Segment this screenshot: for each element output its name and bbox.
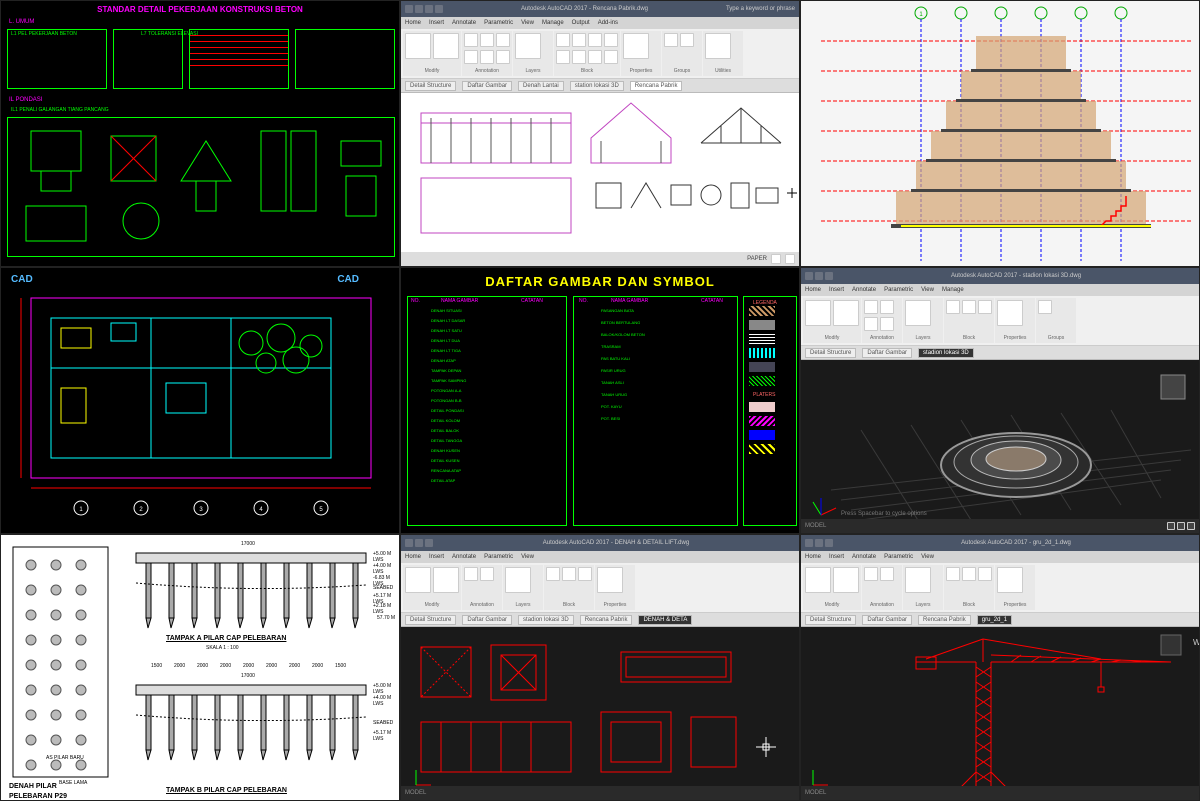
drawing-canvas[interactable] [401, 93, 799, 252]
save-icon[interactable] [415, 5, 423, 13]
ribbon: Modify Annotation Layers Block Propertie… [401, 29, 799, 79]
redo-icon[interactable] [435, 5, 443, 13]
section-svg: 1 [801, 1, 1199, 266]
tile-pile-plan[interactable]: TAMPAK A PILAR CAP PELEBARAN SKALA 1 : 1… [0, 534, 400, 801]
tile-autocad-crane[interactable]: Autodesk AutoCAD 2017 - gru_2d_1.dwg Hom… [800, 534, 1200, 801]
tile-floor-plan[interactable]: CAD CAD 1 2 3 4 5 [0, 267, 400, 534]
tile-building-section[interactable]: 1 [800, 0, 1200, 267]
doc-tabs: Detail StructureDaftar GambarDenah Lanta… [401, 79, 799, 93]
thumbnail-grid: STANDAR DETAIL PEKERJAAN KONSTRUKSI BETO… [0, 0, 1200, 800]
viewport-3d[interactable]: Press Spacebar to cycle options [801, 360, 1199, 519]
titlebar: Autodesk AutoCAD 2017 - Rencana Pabrik.d… [401, 1, 799, 17]
undo-icon[interactable] [425, 5, 433, 13]
tile-autocad-lift[interactable]: Autodesk AutoCAD 2017 - DENAH & DETAIL L… [400, 534, 800, 801]
text-tool[interactable] [515, 33, 541, 59]
foundation-detail-svg [11, 121, 391, 251]
line-tool[interactable] [405, 33, 431, 59]
titlebar: Autodesk AutoCAD 2017 - stadion lokasi 3… [801, 268, 1199, 284]
statusbar: PAPER [401, 252, 799, 266]
svg-text:4: 4 [259, 507, 263, 513]
polyline-tool[interactable] [433, 33, 459, 59]
tile-autocad-stadium[interactable]: Autodesk AutoCAD 2017 - stadion lokasi 3… [800, 267, 1200, 534]
tile-autocad-pabrik[interactable]: Autodesk AutoCAD 2017 - Rencana Pabrik.d… [400, 0, 800, 267]
modelspace[interactable]: W [801, 627, 1199, 786]
sheet-title: DAFTAR GAMBAR DAN SYMBOL [401, 268, 799, 295]
tile-beton-standard[interactable]: STANDAR DETAIL PEKERJAAN KONSTRUKSI BETO… [0, 0, 400, 267]
svg-text:5: 5 [319, 507, 323, 513]
drawing-title: STANDAR DETAIL PEKERJAAN KONSTRUKSI BETO… [1, 1, 399, 18]
svg-text:2: 2 [139, 507, 143, 513]
svg-text:1: 1 [919, 12, 923, 18]
ribbon-tabs: HomeInsertAnnotateParametricViewManageOu… [401, 17, 799, 29]
app-icon[interactable] [405, 5, 413, 13]
svg-text:3: 3 [199, 507, 203, 513]
svg-text:W: W [1193, 638, 1199, 647]
modelspace[interactable] [401, 627, 799, 786]
plan-svg: 1 2 3 4 5 [1, 268, 399, 533]
tile-symbol-list[interactable]: DAFTAR GAMBAR DAN SYMBOL NO. NAMA GAMBAR… [400, 267, 800, 534]
svg-text:1: 1 [79, 507, 83, 513]
